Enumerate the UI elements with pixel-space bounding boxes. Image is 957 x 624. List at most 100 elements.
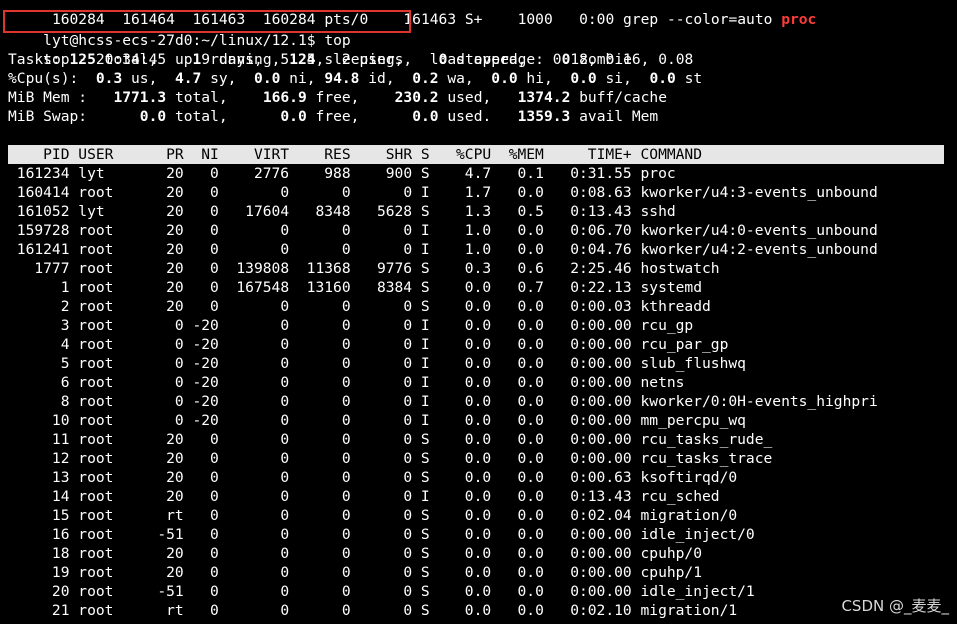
cell-pid: 12 xyxy=(51,450,70,467)
terminal-window[interactable]: 160284 161464 161463 160284 pts/0 161463… xyxy=(0,0,957,624)
cell-ni: 0 xyxy=(210,184,219,201)
cell-pr: 0 xyxy=(174,393,184,410)
cell-ni: 0 xyxy=(210,526,219,543)
cell-pr: 20 xyxy=(166,241,184,258)
cell-time: 0:00.00 xyxy=(570,564,632,581)
annotation-box xyxy=(3,10,411,33)
cell-pr: 20 xyxy=(166,184,184,201)
cell-res: 0 xyxy=(341,241,351,258)
cell-mem: 0.0 xyxy=(517,469,544,486)
cell-mem: 0.0 xyxy=(517,336,544,353)
cell-command: kworker/0:0H-events_highpri xyxy=(640,393,878,410)
cell-pid: 8 xyxy=(60,393,70,410)
cell-time: 0:13.43 xyxy=(570,203,632,220)
cell-res: 0 xyxy=(341,564,351,581)
cell-command: kthreadd xyxy=(640,298,711,315)
cell-state: I xyxy=(420,355,430,372)
cell-mem: 0.0 xyxy=(517,602,544,619)
cell-res: 0 xyxy=(341,583,351,600)
cell-state: S xyxy=(420,165,430,182)
cell-shr: 9776 xyxy=(376,260,413,277)
table-row: 5 root 0 -20 0 0 0 I 0.0 0.0 0:00.00 slub_flushwq xyxy=(8,354,887,373)
table-row: 6 root 0 -20 0 0 0 I 0.0 0.0 0:00.00 netns xyxy=(8,373,887,392)
cell-pid: 3 xyxy=(60,317,70,334)
cell-user: lyt xyxy=(78,165,105,182)
cell-mem: 0.0 xyxy=(517,564,544,581)
cpu-us-label: us, xyxy=(122,70,175,87)
cell-user: root xyxy=(78,564,114,581)
cell-time: 0:06.70 xyxy=(570,222,632,239)
cell-res: 0 xyxy=(341,355,351,372)
cell-time: 2:25.46 xyxy=(570,260,632,277)
cell-pr: 20 xyxy=(166,450,184,467)
cell-mem: 0.0 xyxy=(517,507,544,524)
header-time: TIME+ xyxy=(587,146,632,163)
cell-state: I xyxy=(420,317,430,334)
cell-virt: 0 xyxy=(280,469,290,486)
cell-ni: -20 xyxy=(192,374,219,391)
cell-pid: 16 xyxy=(51,526,70,543)
header-shr: SHR xyxy=(385,146,413,163)
cell-virt: 0 xyxy=(280,317,290,334)
cell-shr: 900 xyxy=(385,165,413,182)
table-row: 159728 root 20 0 0 0 0 I 1.0 0.0 0:06.70 kworker/u4… xyxy=(8,221,887,240)
cell-ni: 0 xyxy=(210,222,219,239)
header-pid: PID xyxy=(43,146,70,163)
cell-virt: 0 xyxy=(280,564,290,581)
cell-shr: 0 xyxy=(403,602,413,619)
cell-user: root xyxy=(78,279,114,296)
cell-command: kworker/u4:0-events_unbound xyxy=(640,222,878,239)
cell-virt: 0 xyxy=(280,412,290,429)
cell-command: rcu_gp xyxy=(640,317,694,334)
cell-virt: 0 xyxy=(280,336,290,353)
cell-cpu: 0.0 xyxy=(464,583,492,600)
cell-pr: 0 xyxy=(174,336,184,353)
cell-virt: 0 xyxy=(280,583,290,600)
cell-cpu: 0.0 xyxy=(464,298,492,315)
mem-cache: 1374.2 xyxy=(517,89,571,106)
cell-shr: 0 xyxy=(403,241,413,258)
cell-time: 0:08.63 xyxy=(570,184,632,201)
cpu-hi: 0.0 xyxy=(491,70,518,87)
cell-pr: 20 xyxy=(166,203,184,220)
swap-used-label: used. xyxy=(438,108,518,125)
cell-user: root xyxy=(78,317,114,334)
cell-pr: 20 xyxy=(166,545,184,562)
swap-free-label: free, xyxy=(306,108,413,125)
cell-shr: 0 xyxy=(403,507,413,524)
cell-command: idle_inject/0 xyxy=(640,526,755,543)
mem-label: MiB Mem : xyxy=(8,89,114,106)
cell-mem: 0.0 xyxy=(517,431,544,448)
table-row: 19 root 20 0 0 0 0 S 0.0 0.0 0:00.00 cpuhp/1 xyxy=(8,563,887,582)
cell-state: S xyxy=(420,526,430,543)
cell-shr: 0 xyxy=(403,526,413,543)
cell-state: I xyxy=(420,393,430,410)
cell-time: 0:00.00 xyxy=(570,355,632,372)
cell-shr: 0 xyxy=(403,355,413,372)
previous-output-line: 160284 161464 161463 160284 pts/0 161463… xyxy=(8,0,816,28)
swap-total-label: total, xyxy=(166,108,281,125)
cell-pr: 0 xyxy=(174,412,184,429)
cpu-wa-label: wa, xyxy=(438,70,492,87)
tasks-total: 125 xyxy=(69,51,96,68)
grep-match-highlight: proc xyxy=(781,11,817,28)
table-row: 10 root 0 -20 0 0 0 I 0.0 0.0 0:00.00 mm_percpu_wq xyxy=(8,411,887,430)
cell-virt: 0 xyxy=(280,526,290,543)
cell-ni: 0 xyxy=(210,488,219,505)
cell-cpu: 0.0 xyxy=(464,412,492,429)
cell-user: root xyxy=(78,526,114,543)
cell-pid: 18 xyxy=(51,545,70,562)
cell-pr: 20 xyxy=(166,431,184,448)
cell-ni: 0 xyxy=(210,564,219,581)
cell-virt: 0 xyxy=(280,184,290,201)
cell-res: 0 xyxy=(341,222,351,239)
cell-shr: 0 xyxy=(403,222,413,239)
cell-mem: 0.0 xyxy=(517,583,544,600)
cell-res: 0 xyxy=(341,184,351,201)
table-row: 161052 lyt 20 0 17604 8348 5628 S 1.3 0.5 0:13.43 s… xyxy=(8,202,887,221)
tasks-running-label: running, xyxy=(201,51,290,68)
cell-command: netns xyxy=(640,374,685,391)
cell-mem: 0.0 xyxy=(517,355,544,372)
tasks-line: Tasks: 125 total, 1 running, 124 sleepin… xyxy=(8,50,632,69)
cell-time: 0:02.04 xyxy=(570,507,632,524)
